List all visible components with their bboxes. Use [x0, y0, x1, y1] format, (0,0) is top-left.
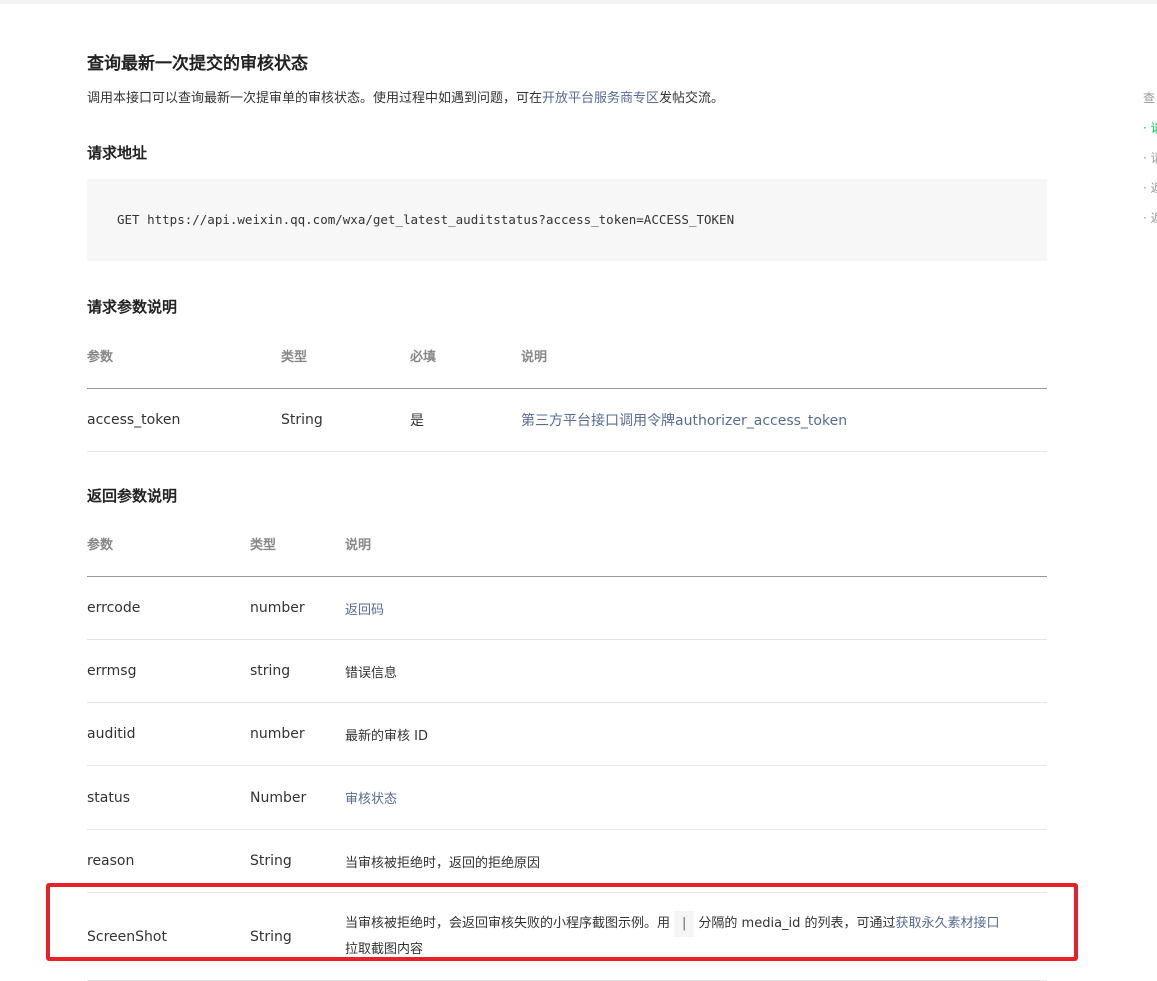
- cell-param: errmsg: [87, 639, 250, 703]
- page-title: 查询最新一次提交的审核状态: [87, 54, 308, 74]
- table-header-row: 参数 类型 说明: [87, 534, 1047, 577]
- cell-desc: 错误信息: [345, 639, 1047, 703]
- intro-text-before: 调用本接口可以查询最新一次提审单的审核状态。使用过程中如遇到问题，可在: [87, 91, 543, 106]
- cell-type: number: [250, 576, 345, 640]
- toc-title: 查: [1143, 91, 1156, 105]
- table-row: auditid number 最新的审核 ID: [87, 702, 1047, 766]
- cell-type: Number: [250, 765, 345, 830]
- toc-item-request-params[interactable]: · 请: [1143, 148, 1157, 178]
- top-scroll-bar: [0, 0, 1157, 4]
- intro-text: 调用本接口可以查询最新一次提审单的审核状态。使用过程中如遇到问题，可在开放平台服…: [87, 87, 724, 106]
- cell-param: status: [87, 765, 250, 830]
- request-url-heading: 请求地址: [87, 144, 148, 162]
- request-url-code-block: GET https://api.weixin.qq.com/wxa/get_la…: [87, 179, 1047, 261]
- cell-desc: 审核状态: [345, 765, 1047, 830]
- intro-text-after: 发帖交流。: [659, 91, 725, 106]
- cell-required: 是: [410, 388, 521, 452]
- developer-forum-link[interactable]: 开放平台服务商专区: [542, 91, 659, 106]
- cell-desc: 最新的审核 ID: [345, 702, 1047, 766]
- table-row: errmsg string 错误信息: [87, 639, 1047, 703]
- toc-item-response-example[interactable]: · 返: [1143, 208, 1157, 238]
- cell-desc: 返回码: [345, 576, 1047, 640]
- cell-desc: 第三方平台接口调用令牌authorizer_access_token: [521, 388, 1047, 452]
- request-params-heading: 请求参数说明: [87, 298, 178, 316]
- column-header-desc: 说明: [345, 534, 1047, 577]
- cell-type: string: [250, 639, 345, 703]
- table-row: errcode number 返回码: [87, 576, 1047, 640]
- cell-type: number: [250, 702, 345, 766]
- cell-param: auditid: [87, 702, 250, 766]
- column-header-param: 参数: [87, 346, 281, 389]
- column-header-desc: 说明: [521, 346, 1047, 389]
- column-header-type: 类型: [281, 346, 410, 389]
- response-params-heading: 返回参数说明: [87, 487, 178, 505]
- column-header-required: 必填: [410, 346, 521, 389]
- return-code-link[interactable]: 返回码: [345, 603, 384, 618]
- cell-param: access_token: [87, 388, 281, 452]
- red-highlight-box: [46, 883, 1078, 961]
- toc-item-response-params[interactable]: · 返: [1143, 178, 1157, 208]
- table-row: access_token String 是 第三方平台接口调用令牌authori…: [87, 388, 1047, 452]
- table-of-contents: 查 · 请 · 请 · 返 · 返: [1143, 88, 1157, 238]
- cell-param: errcode: [87, 576, 250, 640]
- authorizer-token-link[interactable]: 第三方平台接口调用令牌authorizer_access_token: [521, 413, 847, 429]
- table-row: status Number 审核状态: [87, 765, 1047, 830]
- column-header-param: 参数: [87, 534, 250, 577]
- audit-status-link[interactable]: 审核状态: [345, 792, 397, 807]
- toc-item-request-url[interactable]: · 请: [1143, 118, 1157, 148]
- cell-type: String: [281, 388, 410, 452]
- request-params-table: 参数 类型 必填 说明 access_token String 是 第三方平台接…: [87, 346, 1047, 452]
- column-header-type: 类型: [250, 534, 345, 577]
- table-header-row: 参数 类型 必填 说明: [87, 346, 1047, 389]
